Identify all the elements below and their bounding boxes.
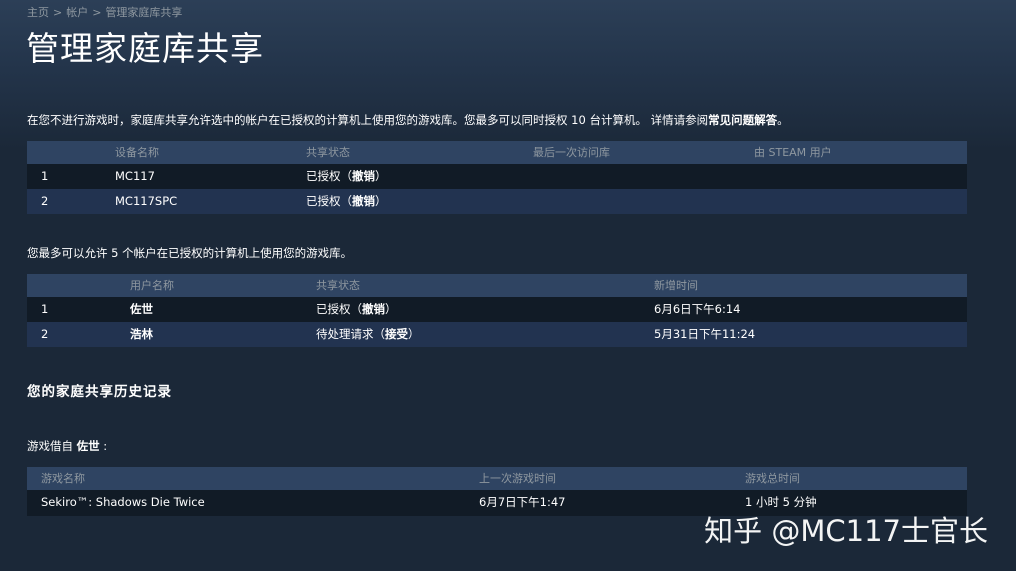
status-text: 已授权	[306, 194, 341, 208]
table-row: 2 MC117SPC 已授权（撤销）	[27, 189, 967, 214]
intro-body: 在您不进行游戏时，家庭库共享允许选中的帐户在已授权的计算机上使用您的游戏库。您最…	[27, 113, 709, 127]
games-table-header: 游戏名称 上一次游戏时间 游戏总时间	[27, 467, 967, 490]
table-row: 1 MC117 已授权（撤销）	[27, 164, 967, 189]
share-status: 已授权（撤销）	[316, 302, 397, 316]
breadcrumb-account-link[interactable]: 帐户	[66, 6, 88, 19]
accounts-table-header: 用户名称 共享状态 新增时间	[27, 274, 967, 297]
row-index: 1	[41, 169, 49, 183]
intro-suffix: 。	[777, 113, 789, 127]
zhihu-watermark: 知乎 @MC117士官长	[704, 514, 988, 548]
devices-table: 设备名称 共享状态 最后一次访问库 由 STEAM 用户 1 MC117 已授权…	[27, 141, 967, 214]
borrowed-prefix: 游戏借自	[27, 439, 73, 453]
accept-link[interactable]: 接受	[385, 327, 408, 341]
column-header-total-time: 游戏总时间	[745, 472, 800, 485]
row-index: 2	[41, 194, 49, 208]
revoke-link[interactable]: 撤销	[352, 169, 375, 183]
game-name: Sekiro™: Shadows Die Twice	[41, 495, 205, 509]
accounts-intro-text: 您最多可以允许 5 个帐户在已授权的计算机上使用您的游戏库。	[27, 246, 353, 260]
column-header-share-status: 共享状态	[306, 146, 350, 159]
column-header-added-time: 新增时间	[654, 279, 698, 292]
user-name: 浩林	[130, 327, 153, 341]
added-time: 6月6日下午6:14	[654, 302, 741, 316]
status-text: 已授权	[316, 302, 351, 316]
device-name: MC117SPC	[115, 194, 178, 208]
row-index: 1	[41, 302, 49, 316]
faq-link[interactable]: 常见问题解答	[708, 113, 777, 127]
column-header-game-name: 游戏名称	[41, 472, 85, 485]
table-row: 1 佐世 已授权（撤销） 6月6日下午6:14	[27, 297, 967, 322]
breadcrumb-home-link[interactable]: 主页	[27, 6, 49, 19]
revoke-link[interactable]: 撤销	[352, 194, 375, 208]
device-name: MC117	[115, 169, 155, 183]
status-text: 待处理请求	[316, 327, 374, 341]
lender-name: 佐世	[76, 439, 100, 453]
page-title: 管理家庭库共享	[26, 29, 264, 68]
borrowed-suffix: :	[99, 439, 108, 453]
column-header-last-played: 上一次游戏时间	[479, 472, 556, 485]
revoke-link[interactable]: 撤销	[362, 302, 385, 316]
column-header-share-status: 共享状态	[316, 279, 360, 292]
breadcrumb: 主页 > 帐户 > 管理家庭库共享	[27, 4, 182, 20]
accounts-table: 用户名称 共享状态 新增时间 1 佐世 已授权（撤销） 6月6日下午6:14 2…	[27, 274, 967, 347]
devices-table-header: 设备名称 共享状态 最后一次访问库 由 STEAM 用户	[27, 141, 967, 164]
last-played: 6月7日下午1:47	[479, 495, 566, 509]
intro-text: 在您不进行游戏时，家庭库共享允许选中的帐户在已授权的计算机上使用您的游戏库。您最…	[27, 112, 789, 128]
breadcrumb-separator: >	[53, 6, 63, 19]
row-index: 2	[41, 327, 49, 341]
user-name: 佐世	[130, 302, 153, 316]
status-text: 已授权	[306, 169, 341, 183]
history-section-title: 您的家庭共享历史记录	[27, 384, 172, 400]
share-status: 已授权（撤销）	[306, 194, 387, 208]
breadcrumb-separator: >	[92, 6, 102, 19]
column-header-by-user: 由 STEAM 用户	[754, 146, 832, 159]
borrowed-from-label: 游戏借自 佐世 :	[27, 438, 107, 454]
share-status: 已授权（撤销）	[306, 169, 387, 183]
breadcrumb-current: 管理家庭库共享	[105, 6, 183, 19]
column-header-device-name: 设备名称	[115, 146, 159, 159]
column-header-user-name: 用户名称	[130, 279, 174, 292]
share-status: 待处理请求（接受）	[316, 327, 420, 341]
added-time: 5月31日下午11:24	[654, 327, 756, 341]
table-row: 2 浩林 待处理请求（接受） 5月31日下午11:24	[27, 322, 967, 347]
column-header-last-access: 最后一次访问库	[533, 146, 610, 159]
